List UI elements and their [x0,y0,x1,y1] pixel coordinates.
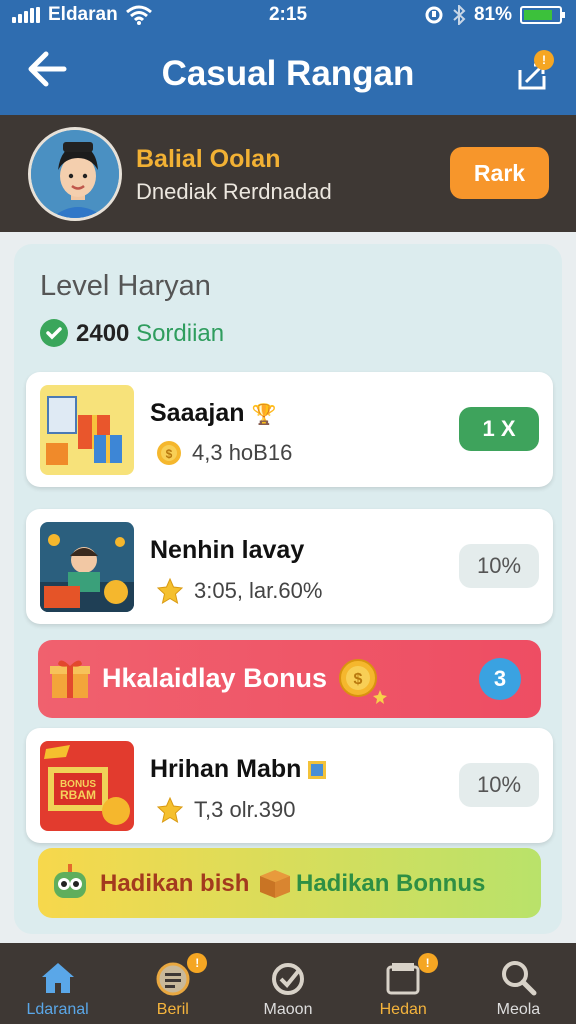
profile-name: Balial Oolan [136,145,281,173]
bonus-banner[interactable]: Hadikan bish Hadikan Bonnus [38,848,541,918]
nav-item-check[interactable]: Maoon [230,943,345,1024]
card-meta: T,3 olr.390 [156,796,296,824]
star-icon [156,577,184,605]
progress-pill[interactable]: 10% [459,763,539,807]
card-meta: 3:05, lar.60% [156,577,322,605]
gift-icon [50,660,90,698]
share-icon[interactable]: ! [514,50,554,92]
check-icon [272,963,304,995]
holiday-bonus-banner[interactable]: Hkalaidlay Bonus $ 3 [38,640,541,718]
nav-label: Beril [156,1001,189,1018]
nav-item-folder[interactable]: ! Hedan [346,943,461,1024]
card-meta: $ 4,3 hoB16 [156,440,292,466]
profile-header: Balial Oolan Dnediak Rerdnadad Rark [0,115,576,232]
reward-card[interactable]: Saaajan 🏆 $ 4,3 hoB16 1 X [26,372,553,487]
battery-icon [520,6,565,24]
card-title: Saaajan 🏆 [150,399,277,427]
claim-button[interactable]: 1 X [459,407,539,451]
nav-label: Meola [496,1001,541,1018]
svg-text:$: $ [166,447,173,461]
share-badge: ! [534,50,554,70]
status-bar: Eldaran 2:15 81% [0,0,576,30]
avatar[interactable] [28,127,122,221]
robot-icon [54,864,86,898]
page-title: Casual Rangan [161,54,415,93]
profile-subtitle: Dnediak Rerdnadad [136,179,332,204]
search-icon [502,961,537,996]
reward-card[interactable]: BONUS RBAM Hrihan Mabn T,3 olr.390 10% [26,728,553,843]
check-icon [40,319,68,347]
coins-summary: 2400 Sordiian [76,320,224,348]
svg-text:RBAM: RBAM [60,788,96,802]
nav-item-search[interactable]: Meola [461,943,576,1024]
coins-icon: $ [339,659,387,704]
rank-button[interactable]: Rark [450,147,549,199]
bottom-nav: Ldaranal ! Beril Maoon ! Hedan Meola [0,943,576,1024]
player-thumbnail [40,522,134,612]
bonus-thumbnail: BONUS RBAM [40,741,134,831]
rotation-lock-icon [425,6,443,24]
bonus-right-label: Hadikan Bonnus [296,870,486,897]
nav-label: Maoon [263,1001,313,1018]
bonus-label: Hkalaidlay Bonus [102,663,328,693]
bonus-count-badge: 3 [479,658,521,700]
app-bar: Casual Rangan ! [0,30,576,115]
gift-thumbnail [40,385,134,475]
battery-percent: 81% [473,4,512,25]
card-title: Nenhin lavay [150,536,305,564]
nav-badge: ! [417,953,438,973]
trophy-icon: 🏆 [251,404,277,426]
progress-pill[interactable]: 10% [459,544,539,588]
home-icon [41,963,74,993]
reward-card[interactable]: Nenhin lavay 3:05, lar.60% 10% [26,509,553,624]
nav-badge: ! [187,953,208,973]
box-icon [260,870,290,898]
coin-icon: $ [157,441,181,465]
bonus-left-label: Hadikan bish [100,870,250,897]
coins-label: Sordiian [136,320,225,347]
card-title: Hrihan Mabn [150,755,327,784]
nav-item-list[interactable]: ! Beril [115,943,230,1024]
level-title: Level Haryan [40,270,211,302]
bluetooth-icon [453,5,466,25]
svg-text:$: $ [354,671,363,688]
star-icon [156,796,184,824]
coins-value: 2400 [76,320,130,347]
nav-item-home[interactable]: Ldaranal [0,943,115,1024]
puzzle-icon [308,761,327,779]
nav-label: Ldaranal [26,1001,89,1018]
nav-label: Hedan [379,1001,427,1018]
